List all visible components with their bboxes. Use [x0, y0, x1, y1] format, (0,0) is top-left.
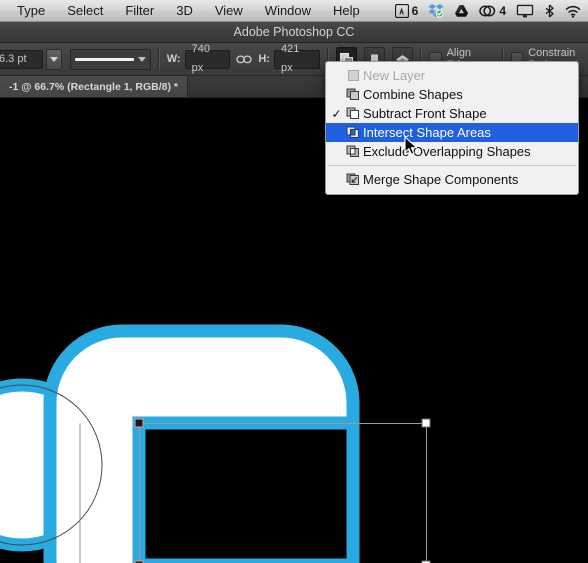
menu-item-label: Merge Shape Components	[363, 172, 519, 187]
inner-rectangle-subtract-path	[132, 416, 360, 563]
merge-shape-components-icon	[343, 173, 363, 186]
menu-item-new-layer: New Layer	[326, 66, 578, 85]
width-input[interactable]: 740 px	[184, 43, 231, 74]
dropbox-tray-item[interactable]	[423, 0, 449, 22]
height-label: H:	[258, 53, 270, 65]
menu-view[interactable]: View	[204, 1, 254, 21]
menu-separator	[328, 165, 576, 166]
application-title-bar: Adobe Photoshop CC	[0, 22, 588, 43]
os-menu-items: Type Select Filter 3D View Window Help	[0, 1, 371, 21]
creative-cloud-badge: 4	[499, 3, 506, 18]
wifi-tray-item[interactable]	[560, 0, 586, 22]
bluetooth-tray-item[interactable]	[539, 0, 560, 22]
chevron-down-icon	[137, 56, 146, 62]
intersect-shape-areas-icon	[343, 126, 363, 139]
menu-help[interactable]: Help	[322, 1, 371, 21]
page-title: Adobe Photoshop CC	[233, 25, 355, 39]
check-icon: ✓	[331, 106, 342, 121]
dropbox-icon	[428, 4, 444, 18]
os-menu-bar: Type Select Filter 3D View Window Help 6	[0, 0, 588, 22]
stroke-style-dropdown[interactable]	[69, 48, 151, 70]
menu-item-label: Subtract Front Shape	[363, 106, 487, 121]
display-icon	[516, 4, 534, 17]
height-input[interactable]: 421 px	[273, 43, 320, 74]
menu-select[interactable]: Select	[56, 1, 114, 21]
menu-item-label: Exclude Overlapping Shapes	[363, 144, 531, 159]
wifi-icon	[565, 5, 581, 18]
stroke-width-input[interactable]: 6.3 pt	[0, 49, 43, 69]
new-layer-icon	[343, 69, 363, 82]
adobe-app-icon	[394, 3, 409, 18]
menu-item-merge-shape-components[interactable]: Merge Shape Components	[326, 170, 578, 189]
adobe-app-tray-item[interactable]: 6	[390, 0, 424, 22]
anchor-point-top-right[interactable]	[421, 418, 431, 428]
bluetooth-icon	[545, 4, 554, 17]
os-status-tray: 6 4	[390, 0, 588, 22]
menu-window[interactable]: Window	[254, 1, 322, 21]
chevron-down-icon	[49, 56, 58, 62]
menu-item-subtract-front-shape[interactable]: ✓ Subtract Front Shape	[326, 104, 578, 123]
width-label: W:	[166, 53, 181, 65]
menu-item-combine-shapes[interactable]: Combine Shapes	[326, 85, 578, 104]
creative-cloud-icon	[479, 5, 496, 16]
photoshop-window: Type Select Filter 3D View Window Help 6	[0, 0, 588, 563]
exclude-overlapping-shapes-icon	[343, 145, 363, 158]
creative-cloud-tray-item[interactable]: 4	[474, 0, 511, 22]
menu-item-exclude-overlapping-shapes[interactable]: Exclude Overlapping Shapes	[326, 142, 578, 161]
menu-type[interactable]: Type	[6, 1, 56, 21]
display-tray-item[interactable]	[511, 0, 539, 22]
menu-item-label: Intersect Shape Areas	[363, 125, 491, 140]
stroke-style-line	[74, 57, 134, 61]
combine-shapes-icon	[343, 88, 363, 101]
anchor-point-top-left[interactable]	[134, 418, 144, 428]
document-tab[interactable]: -1 @ 66.7% (Rectangle 1, RGB/8) *	[0, 76, 188, 97]
stroke-width-stepper[interactable]	[45, 48, 62, 70]
subtract-front-shape-icon	[343, 107, 363, 120]
menu-3d[interactable]: 3D	[165, 1, 204, 21]
google-drive-tray-item[interactable]	[449, 0, 474, 22]
chain-link-icon[interactable]	[236, 54, 253, 65]
google-drive-icon	[455, 4, 469, 17]
adobe-app-badge: 6	[411, 3, 419, 18]
menu-item-label: New Layer	[363, 68, 426, 83]
menu-item-label: Combine Shapes	[363, 87, 463, 102]
menu-item-intersect-shape-areas[interactable]: Intersect Shape Areas	[326, 123, 578, 142]
menu-filter[interactable]: Filter	[114, 1, 165, 21]
divider	[157, 48, 160, 70]
path-operations-context-menu[interactable]: New Layer Combine Shapes ✓ Subtract Fron…	[325, 61, 579, 195]
